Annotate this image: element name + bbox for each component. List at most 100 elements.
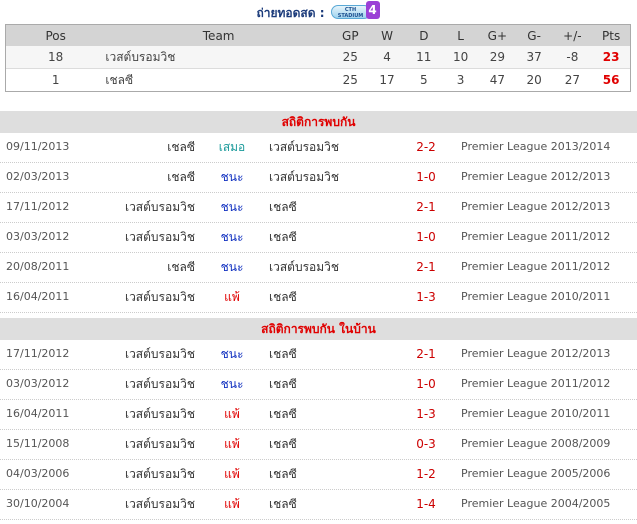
channel-number: 4 [365,1,380,19]
home-team: เวสต์บรอมวิช [124,347,195,361]
home-team: เวสต์บรอมวิช [124,377,195,391]
match-date: 20/08/2011 [6,260,70,273]
match-competition: Premier League 2011/2012 [461,377,611,390]
away-team: เวสต์บรอมวิช [269,260,340,274]
match-row: 03/03/2012 เวสต์บรอมวิช ชนะ เชลซี 1-0 Pr… [0,369,637,400]
match-score: 0-3 [416,437,436,451]
l-cell: 10 [452,50,469,64]
pos-cell: 1 [51,73,60,87]
match-date: 09/11/2013 [6,140,70,153]
home-team: เวสต์บรอมวิช [124,467,195,481]
match-date: 03/03/2012 [6,230,70,243]
away-team: เชลซี [269,437,297,451]
team-cell: เวสต์บรอมวิช [105,49,176,64]
match-date: 16/04/2011 [6,407,70,420]
table-row: 18 เวสต์บรอมวิช 25 4 11 10 29 37 -8 23 [6,46,630,69]
match-date: 15/11/2008 [6,437,70,450]
home-team: เวสต์บรอมวิช [124,290,195,304]
ga-cell: 20 [526,73,542,87]
home-team: เชลซี [167,260,195,274]
header-d: D [419,28,429,43]
header-gp: GP [342,28,359,43]
h2h-home-section-title: สถิติการพบกัน ในบ้าน [0,318,637,340]
header-ga: G- [527,28,541,43]
match-date: 03/03/2012 [6,377,70,390]
match-score: 1-0 [416,170,436,184]
match-row: 16/04/2011 เวสต์บรอมวิช แพ้ เชลซี 1-3 Pr… [0,282,637,313]
match-row: 17/11/2012 เวสต์บรอมวิช ชนะ เชลซี 2-1 Pr… [0,192,637,223]
header-gf: G+ [487,28,508,43]
match-competition: Premier League 2010/2011 [461,290,611,303]
gf-cell: 47 [489,73,505,87]
away-team: เวสต์บรอมวิช [269,140,340,154]
header-pts: Pts [602,28,621,43]
away-team: เชลซี [269,230,297,244]
match-competition: Premier League 2008/2009 [461,437,611,450]
gf-cell: 29 [489,50,505,64]
match-competition: Premier League 2012/2013 [461,200,611,213]
broadcast-bar: ถ่ายทอดสด : CTH STADIUM 4 [0,0,637,26]
match-date: 17/11/2012 [6,347,70,360]
match-score: 1-3 [416,290,436,304]
gp-cell: 25 [342,50,358,64]
match-competition: Premier League 2004/2005 [461,497,611,510]
away-team: เชลซี [269,497,297,511]
match-date: 04/03/2006 [6,467,70,480]
match-result: แพ้ [224,407,240,421]
match-score: 1-0 [416,377,436,391]
broadcast-label: ถ่ายทอดสด : [256,5,325,20]
match-row: 02/03/2013 เชลซี ชนะ เวสต์บรอมวิช 1-0 Pr… [0,162,637,193]
match-score: 1-3 [416,407,436,421]
match-row: 16/04/2011 เวสต์บรอมวิช แพ้ เชลซี 1-3 Pr… [0,399,637,430]
match-row: 09/11/2013 เชลซี เสมอ เวสต์บรอมวิช 2-2 P… [0,132,637,163]
match-result: แพ้ [224,497,240,511]
pts-cell: 56 [602,73,620,87]
match-result: เสมอ [218,140,246,154]
match-score: 1-2 [416,467,436,481]
table-row: 1 เชลซี 25 17 5 3 47 20 27 56 [6,69,630,91]
match-score: 2-1 [416,200,436,214]
home-team: เวสต์บรอมวิช [124,497,195,511]
match-score: 1-0 [416,230,436,244]
home-team: เวสต์บรอมวิช [124,407,195,421]
match-row: 03/03/2012 เวสต์บรอมวิช ชนะ เชลซี 1-0 Pr… [0,222,637,253]
match-score: 1-4 [416,497,436,511]
match-date: 30/10/2004 [6,497,70,510]
match-row: 20/08/2011 เชลซี ชนะ เวสต์บรอมวิช 2-1 Pr… [0,252,637,283]
match-row: 04/03/2006 เวสต์บรอมวิช แพ้ เชลซี 1-2 Pr… [0,459,637,490]
match-row: 30/10/2004 เวสต์บรอมวิช แพ้ เชลซี 1-4 Pr… [0,489,637,520]
match-competition: Premier League 2012/2013 [461,347,611,360]
match-competition: Premier League 2005/2006 [461,467,611,480]
match-result: ชนะ [220,347,244,361]
match-result: แพ้ [224,467,240,481]
pts-cell: 23 [602,50,620,64]
away-team: เชลซี [269,200,297,214]
gd-cell: 27 [564,73,581,87]
match-competition: Premier League 2012/2013 [461,170,611,183]
header-l: L [457,28,464,43]
match-score: 2-1 [416,347,436,361]
match-date: 16/04/2011 [6,290,70,303]
match-competition: Premier League 2011/2012 [461,230,611,243]
header-w: W [381,28,393,43]
channel-logo[interactable]: CTH STADIUM 4 [330,1,381,19]
home-team: เวสต์บรอมวิช [124,437,195,451]
away-team: เชลซี [269,467,297,481]
match-competition: Premier League 2013/2014 [461,140,611,153]
match-score: 2-1 [416,260,436,274]
match-row: 15/11/2008 เวสต์บรอมวิช แพ้ เชลซี 0-3 Pr… [0,429,637,460]
home-team: เวสต์บรอมวิช [124,230,195,244]
home-team: เชลซี [167,140,195,154]
header-gd: +/- [563,28,582,43]
ga-cell: 37 [526,50,542,64]
match-competition: Premier League 2010/2011 [461,407,611,420]
l-cell: 3 [456,73,465,87]
match-result: ชนะ [220,170,244,184]
away-team: เชลซี [269,347,297,361]
h2h-section-title: สถิติการพบกัน [0,111,637,133]
header-team: Team [202,28,235,43]
away-team: เชลซี [269,377,297,391]
d-cell: 5 [420,73,428,87]
match-result: แพ้ [224,437,240,451]
standings-header: Pos Team GP W D L G+ G- +/- Pts [6,25,630,46]
